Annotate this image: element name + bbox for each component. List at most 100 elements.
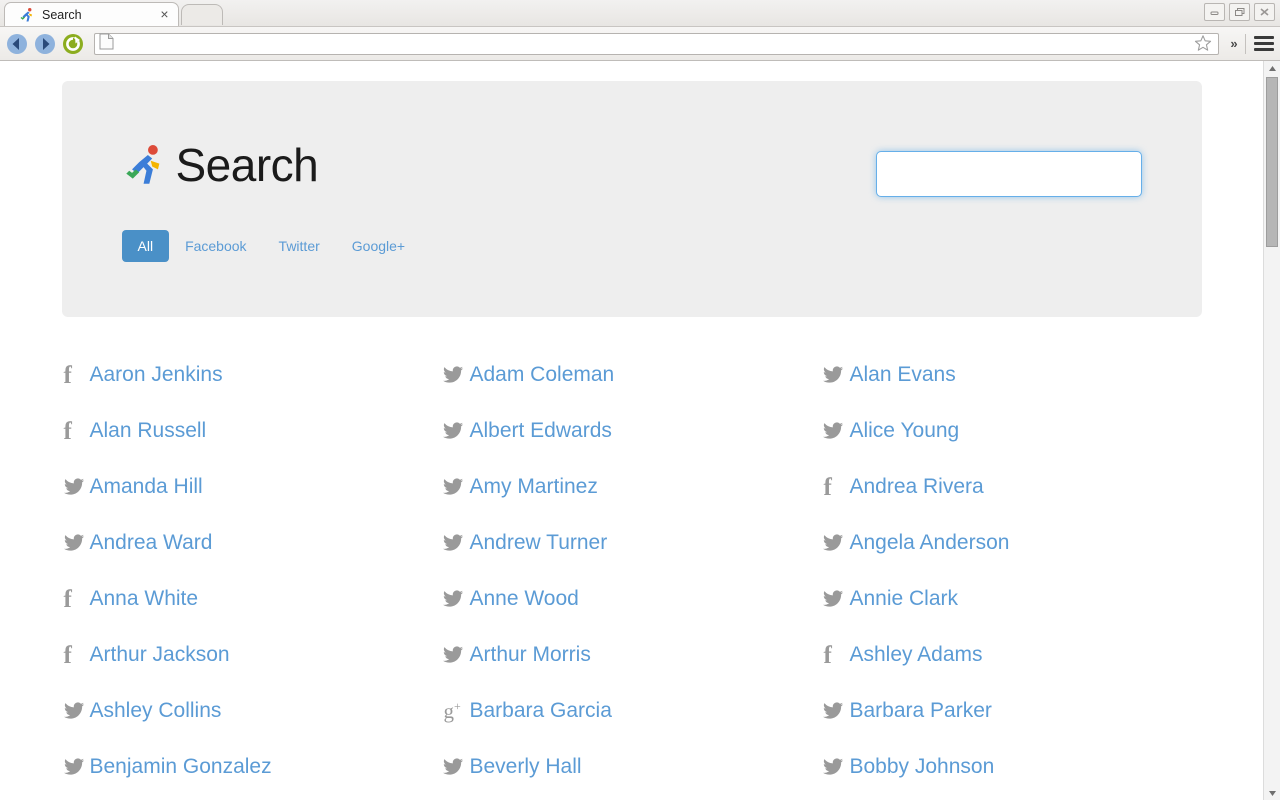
facebook-icon: f (63, 585, 72, 613)
search-result-item[interactable]: Alice Young (821, 403, 1201, 459)
search-result-item[interactable]: Benjamin Gonzalez (62, 739, 442, 795)
content-container: Search All Facebook Twitter Google+ fAa (61, 61, 1202, 795)
facebook-icon: f (63, 361, 72, 389)
search-result-item[interactable]: g+ Barbara Garcia (441, 683, 821, 739)
search-result-item[interactable]: Albert Edwards (441, 403, 821, 459)
google-plus-icon: g+ (443, 699, 461, 723)
search-result-item[interactable]: Arthur Morris (441, 627, 821, 683)
twitter-icon (63, 702, 90, 720)
search-result-item[interactable]: f Arthur Jackson (62, 627, 442, 683)
search-result-item[interactable]: f Andrea Rivera (821, 459, 1201, 515)
minimize-icon[interactable] (1204, 3, 1225, 21)
filter-tab-googleplus[interactable]: Google+ (336, 229, 421, 263)
close-icon[interactable]: × (157, 7, 172, 22)
search-result-name[interactable]: Alice Young (849, 419, 959, 443)
search-result-item[interactable]: f Aaron Jenkins (62, 347, 442, 403)
scroll-down-icon[interactable] (1264, 786, 1280, 800)
search-result-item[interactable]: Ashley Collins (62, 683, 442, 739)
search-result-item[interactable]: Alan Evans (821, 347, 1201, 403)
page-viewport: Search All Facebook Twitter Google+ fAa (0, 61, 1280, 800)
toolbar-overflow-button[interactable]: » (1225, 36, 1243, 51)
forward-arrow-icon[interactable] (34, 33, 56, 55)
facebook-icon: f (63, 417, 72, 445)
scroll-up-icon[interactable] (1264, 61, 1280, 75)
new-tab-button[interactable] (181, 4, 223, 25)
facebook-icon: f (823, 641, 832, 669)
search-result-item[interactable]: Beverly Hall (441, 739, 821, 795)
facebook-icon: f (63, 641, 72, 669)
address-bar[interactable] (94, 32, 1219, 55)
filter-tab-facebook[interactable]: Facebook (169, 229, 262, 263)
twitter-icon (443, 534, 469, 552)
search-input[interactable] (890, 164, 1127, 184)
star-icon[interactable] (1194, 34, 1214, 54)
twitter-icon (823, 534, 849, 552)
search-result-item[interactable]: f Anna White (62, 571, 442, 627)
navigation-toolbar: » (0, 27, 1280, 61)
search-result-name[interactable]: Andrea Ward (90, 531, 213, 555)
filter-tab-all[interactable]: All (121, 230, 170, 262)
reload-icon[interactable] (62, 33, 84, 55)
search-result-name[interactable]: Anne Wood (469, 587, 578, 611)
search-result-name[interactable]: Ashley Collins (90, 699, 222, 723)
search-result-name[interactable]: Arthur Jackson (90, 643, 230, 667)
tab-search[interactable]: Search × (4, 2, 179, 26)
twitter-icon (63, 534, 90, 552)
search-result-name[interactable]: Bobby Johnson (849, 755, 994, 779)
search-result-name[interactable]: Angela Anderson (849, 531, 1009, 555)
page-document-icon (99, 33, 114, 55)
search-result-name[interactable]: Aaron Jenkins (90, 363, 223, 387)
filter-tabs: All Facebook Twitter Google+ (121, 229, 422, 263)
runner-icon (19, 7, 35, 23)
tab-title: Search (42, 7, 82, 22)
url-input[interactable] (114, 35, 1194, 52)
search-result-item[interactable]: Amy Martinez (441, 459, 821, 515)
search-result-item[interactable]: Amanda Hill (62, 459, 442, 515)
twitter-icon (443, 646, 469, 664)
search-result-name[interactable]: Arthur Morris (469, 643, 590, 667)
search-result-item[interactable]: Angela Anderson (821, 515, 1201, 571)
search-result-name[interactable]: Amy Martinez (469, 475, 597, 499)
title-bar: Search × (0, 0, 1280, 27)
search-result-item[interactable]: Andrew Turner (441, 515, 821, 571)
search-result-name[interactable]: Alan Evans (849, 363, 955, 387)
search-result-item[interactable]: Anne Wood (441, 571, 821, 627)
twitter-icon (823, 422, 849, 440)
hamburger-menu-icon[interactable] (1254, 33, 1274, 55)
search-result-name[interactable]: Barbara Parker (849, 699, 991, 723)
search-result-name[interactable]: Andrea Rivera (849, 475, 983, 499)
page-content: Search All Facebook Twitter Google+ fAa (0, 61, 1263, 800)
close-icon[interactable] (1254, 3, 1275, 21)
search-result-item[interactable]: Annie Clark (821, 571, 1201, 627)
search-result-item[interactable]: f Ashley Adams (821, 627, 1201, 683)
search-result-item[interactable]: f Alan Russell (62, 403, 442, 459)
browser-window: Search × » Search All Facebook Twitter G… (0, 0, 1280, 800)
search-box[interactable] (875, 151, 1142, 197)
search-result-item[interactable]: Adam Coleman (441, 347, 821, 403)
search-result-item[interactable]: Bobby Johnson (821, 739, 1201, 795)
search-result-name[interactable]: Ashley Adams (849, 643, 982, 667)
twitter-icon (823, 590, 849, 608)
search-result-name[interactable]: Andrew Turner (469, 531, 607, 555)
vertical-scrollbar[interactable] (1263, 61, 1280, 800)
runner-logo-icon (122, 141, 168, 189)
search-result-name[interactable]: Albert Edwards (469, 419, 611, 443)
twitter-icon (443, 590, 469, 608)
search-result-name[interactable]: Annie Clark (849, 587, 958, 611)
back-arrow-icon[interactable] (6, 33, 28, 55)
search-result-item[interactable]: Barbara Parker (821, 683, 1201, 739)
scrollbar-thumb[interactable] (1266, 77, 1278, 247)
search-results-grid: f Aaron Jenkins Adam Coleman Alan Evans f Ala… (62, 317, 1202, 795)
header-left: Search All Facebook Twitter Google+ (121, 129, 422, 263)
search-result-name[interactable]: Anna White (90, 587, 199, 611)
search-result-name[interactable]: Barbara Garcia (469, 699, 611, 723)
restore-icon[interactable] (1229, 3, 1250, 21)
scrollbar-track[interactable] (1264, 75, 1280, 786)
search-result-name[interactable]: Alan Russell (90, 419, 207, 443)
filter-tab-twitter[interactable]: Twitter (263, 229, 336, 263)
search-result-name[interactable]: Amanda Hill (90, 475, 203, 499)
search-result-name[interactable]: Adam Coleman (469, 363, 614, 387)
search-result-name[interactable]: Benjamin Gonzalez (90, 755, 272, 779)
search-result-name[interactable]: Beverly Hall (469, 755, 581, 779)
search-result-item[interactable]: Andrea Ward (62, 515, 442, 571)
